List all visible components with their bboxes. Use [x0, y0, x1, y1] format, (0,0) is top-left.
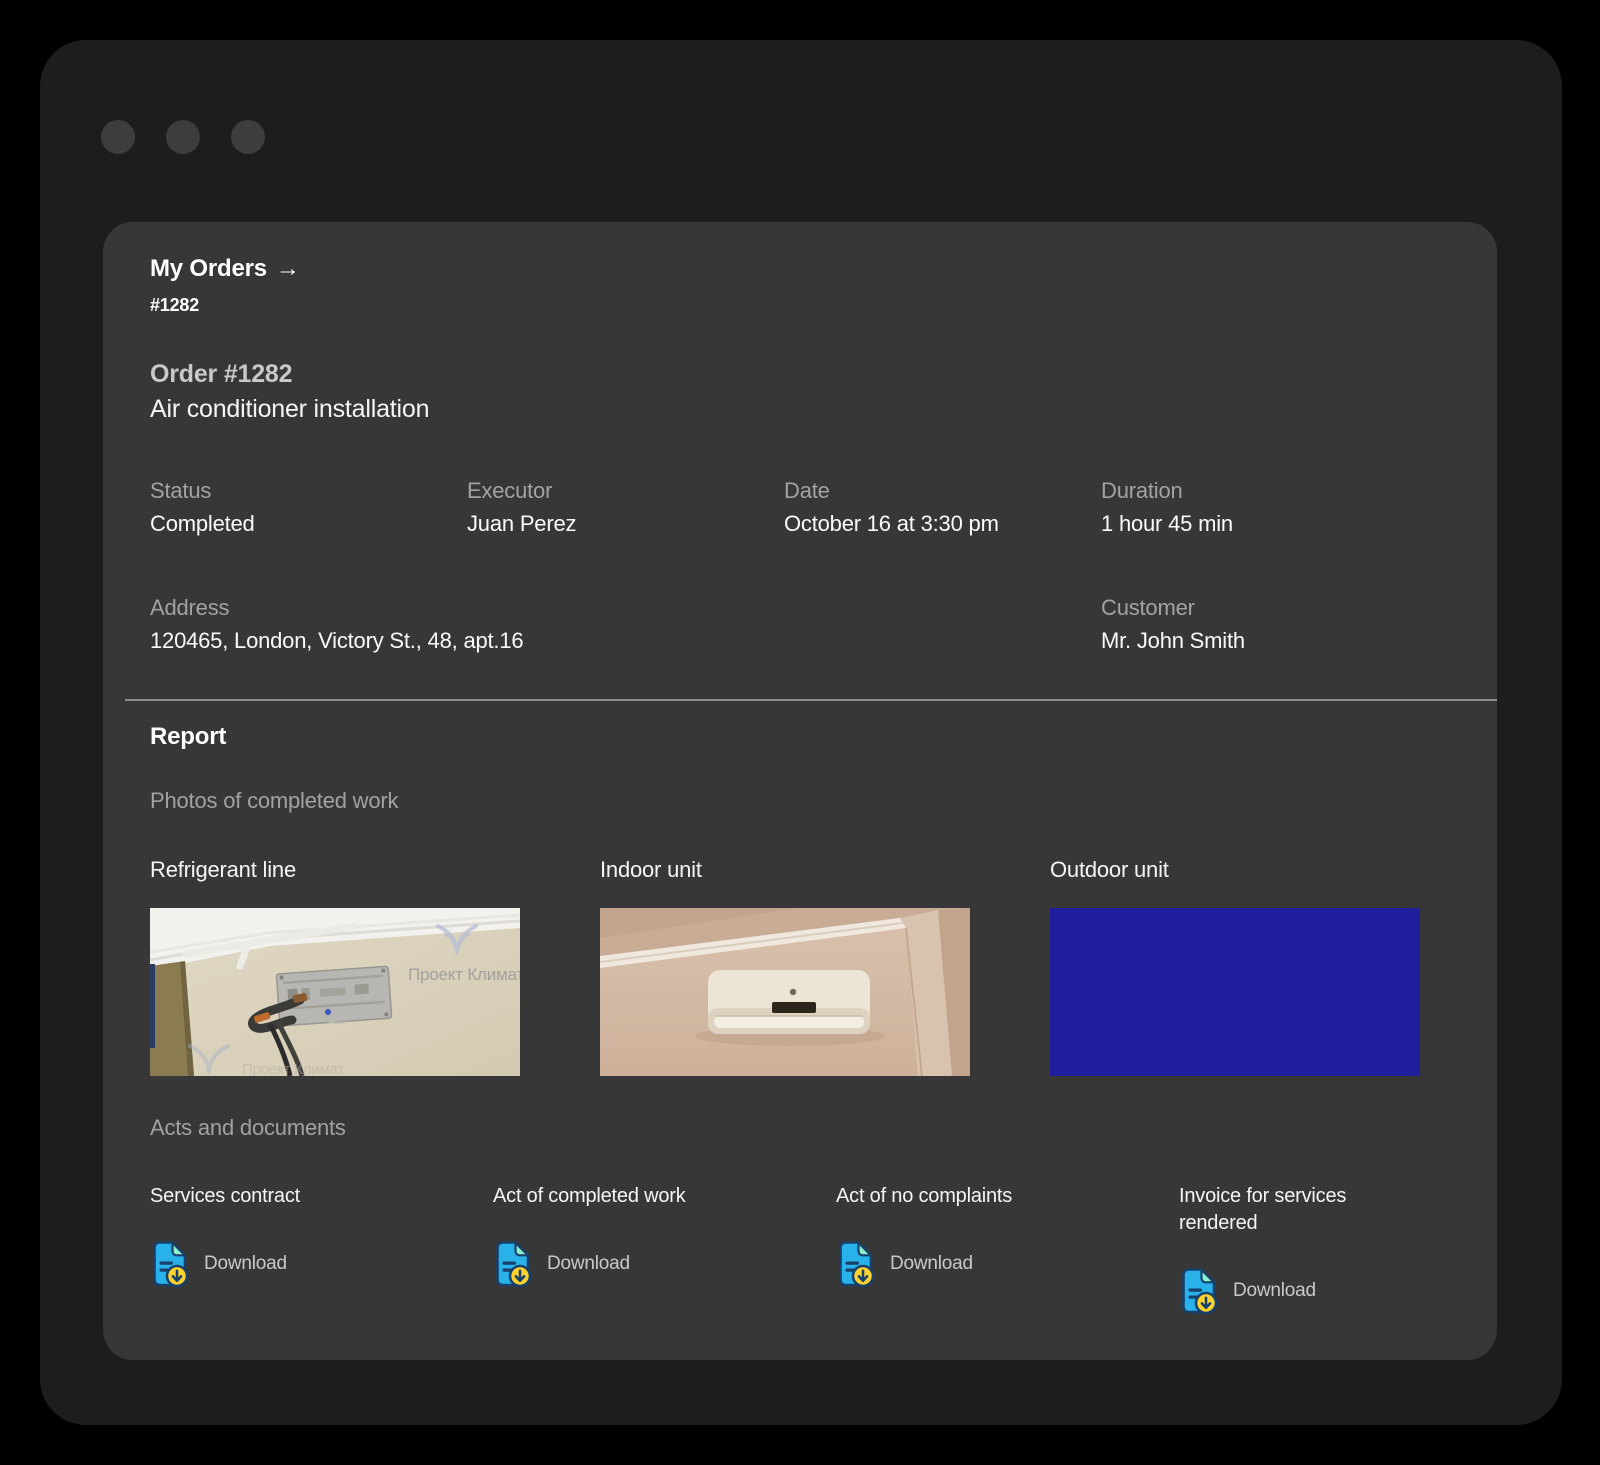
indoor-unit-photo-image: [600, 908, 970, 1076]
window-control-dot: [101, 120, 135, 154]
meta-label: Date: [784, 478, 830, 503]
section-divider: [125, 699, 1497, 701]
indoor-unit-photo[interactable]: [600, 908, 970, 1076]
meta-label: Duration: [1101, 478, 1183, 503]
download-button[interactable]: Download: [150, 1240, 287, 1288]
order-card: My Orders → #1282 Order #1282 Air condit…: [103, 222, 1497, 1360]
document-services-contract: Services contract Download: [150, 1183, 391, 1315]
order-meta-row-2: Address 120465, London, Victory St., 48,…: [150, 595, 1419, 654]
photos-section-heading: Photos of completed work: [150, 788, 399, 813]
meta-label: Address: [150, 595, 230, 620]
report-heading: Report: [150, 723, 227, 750]
duration-value: 1 hour 45 min: [1101, 511, 1233, 536]
order-card-content: My Orders → #1282 Order #1282 Air condit…: [103, 222, 1497, 1315]
meta-label: Customer: [1101, 595, 1195, 620]
meta-executor: Executor Juan Perez: [467, 478, 704, 537]
status-value: Completed: [150, 511, 255, 536]
document-act-no-complaints: Act of no complaints Download: [836, 1183, 1077, 1315]
download-button[interactable]: Download: [1179, 1267, 1316, 1315]
documents-grid: Services contract Download Act of comple…: [150, 1183, 1419, 1315]
order-subtitle: Air conditioner installation: [150, 395, 430, 423]
photo-cell-refrigerant-line: Refrigerant line Проект Климат Проект Кл…: [150, 857, 520, 1076]
docs-section-heading: Acts and documents: [150, 1115, 346, 1140]
refrigerant-line-photo[interactable]: Проект Климат Проект Климат: [150, 908, 520, 1076]
address-value: 120465, London, Victory St., 48, apt.16: [150, 628, 524, 653]
window-control-dot: [166, 120, 200, 154]
document-download-icon: [496, 1241, 532, 1288]
refrigerant-line-photo-image: Проект Климат Проект Климат: [150, 908, 520, 1076]
document-download-icon: [153, 1241, 189, 1288]
document-title: Services contract: [150, 1185, 300, 1207]
download-button[interactable]: Download: [493, 1240, 630, 1288]
customer-value: Mr. John Smith: [1101, 628, 1245, 653]
document-invoice: Invoice for services rendered Download: [1179, 1183, 1420, 1315]
photo-cell-outdoor-unit: Outdoor unit: [1050, 857, 1420, 1076]
document-title: Act of no complaints: [836, 1185, 1013, 1207]
outdoor-unit-photo[interactable]: [1050, 908, 1420, 1076]
breadcrumb-title[interactable]: My Orders: [150, 255, 267, 283]
meta-label: Status: [150, 478, 212, 503]
order-title: Order #1282: [150, 360, 293, 388]
breadcrumb[interactable]: My Orders →: [150, 255, 300, 283]
meta-label: Executor: [467, 478, 553, 503]
download-label[interactable]: Download: [547, 1253, 630, 1275]
photo-label: Outdoor unit: [1050, 857, 1169, 882]
meta-customer: Customer Mr. John Smith: [1101, 595, 1338, 654]
window-controls: [101, 120, 265, 154]
download-label[interactable]: Download: [1233, 1280, 1316, 1302]
photo-cell-indoor-unit: Indoor unit: [600, 857, 970, 1076]
document-download-icon: [1182, 1268, 1218, 1315]
document-download-icon: [839, 1241, 875, 1288]
download-button[interactable]: Download: [836, 1240, 973, 1288]
meta-duration: Duration 1 hour 45 min: [1101, 478, 1338, 537]
document-title: Invoice for services rendered: [1179, 1185, 1347, 1234]
photo-label: Indoor unit: [600, 857, 702, 882]
photo-watermark-text: Проект Климат: [242, 1061, 344, 1076]
app-window: My Orders → #1282 Order #1282 Air condit…: [40, 40, 1562, 1425]
meta-status: Status Completed: [150, 478, 387, 537]
document-title: Act of completed work: [493, 1185, 686, 1207]
download-label[interactable]: Download: [204, 1253, 287, 1275]
download-label[interactable]: Download: [890, 1253, 973, 1275]
photo-watermark-text: Проект Климат: [408, 965, 520, 984]
executor-value: Juan Perez: [467, 511, 577, 536]
breadcrumb-order-number: #1282: [150, 295, 200, 315]
breadcrumb-arrow-icon: →: [275, 255, 300, 282]
order-meta-row-1: Status Completed Executor Juan Perez Dat…: [150, 478, 1419, 537]
meta-address: Address 120465, London, Victory St., 48,…: [150, 595, 1021, 654]
photo-label: Refrigerant line: [150, 857, 296, 882]
document-act-completed-work: Act of completed work Download: [493, 1183, 734, 1315]
window-control-dot: [231, 120, 265, 154]
date-value: October 16 at 3:30 pm: [784, 511, 999, 536]
meta-date: Date October 16 at 3:30 pm: [784, 478, 1021, 537]
photos-grid: Refrigerant line Проект Климат Проект Кл…: [150, 857, 1420, 1076]
